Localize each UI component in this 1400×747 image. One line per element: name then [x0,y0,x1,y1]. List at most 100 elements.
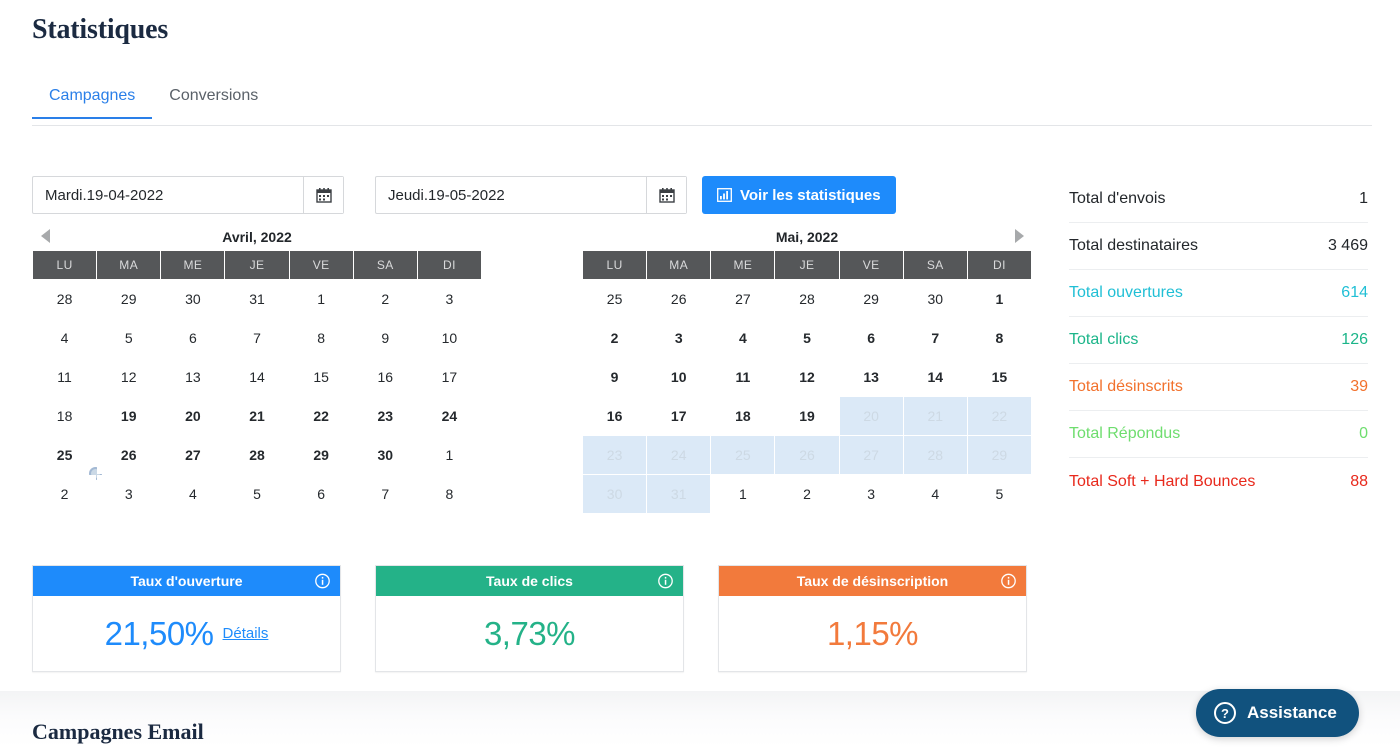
calendar-week-row: 18 19 20 21 22 23 24 [33,397,481,435]
calendar-day-cell[interactable]: 10 [647,358,711,396]
calendar-day-cell[interactable]: 13 [161,358,225,396]
info-icon[interactable] [315,573,330,589]
calendar-day-cell[interactable]: 9 [583,358,647,396]
bar-chart-icon [717,188,732,202]
end-date-value[interactable]: Jeudi.19-05-2022 [376,177,646,213]
calendar-day-cell: 25 [711,436,775,474]
weekday-header-sa: SA [903,251,967,279]
assistance-button[interactable]: ? Assistance [1196,689,1359,737]
calendar-day-cell[interactable]: 2 [353,280,417,318]
calendar-day-cell: 2 [33,475,97,513]
calendar-day-cell[interactable]: 8 [289,319,353,357]
calendar-day-cell[interactable]: 8 [967,319,1031,357]
calendar-prev-button[interactable] [36,227,54,245]
calendar-day-cell[interactable]: 14 [903,358,967,396]
calendar-day-cell[interactable]: 10 [417,319,481,357]
calendar-left-title: Avril, 2022 [222,229,292,245]
calendar-day-cell[interactable]: 16 [583,397,647,435]
calendar-day-cell[interactable]: 7 [225,319,289,357]
calendar-day-cell[interactable]: 1 [967,280,1031,318]
calendar-day-cell[interactable]: 15 [967,358,1031,396]
weekday-header-di: DI [967,251,1031,279]
start-date-calendar-button[interactable] [303,177,343,213]
calendar-day-cell[interactable]: 6 [161,319,225,357]
total-row: Total Soft + Hard Bounces 88 [1069,458,1368,505]
calendar-day-cell[interactable]: 12 [97,358,161,396]
calendar-day-cell[interactable]: 7 [903,319,967,357]
calendar-week-row: 25 26 27 28 29 30 1 [33,436,481,480]
calendar-week-row: 28 29 30 31 1 2 3 [33,280,481,318]
calendar-day-cell: 27 [711,280,775,318]
weekday-header-ma: MA [647,251,711,279]
calendar-right-title: Mai, 2022 [775,229,839,245]
calendar-day-cell: 30 [903,280,967,318]
calendar-day-cell[interactable]: 6 [839,319,903,357]
info-icon[interactable] [658,573,673,589]
end-date-field[interactable]: Jeudi.19-05-2022 [375,176,687,214]
calendar-day-cell[interactable]: 21 [225,397,289,435]
total-row: Total clics 126 [1069,317,1368,364]
weekday-header-ve: VE [839,251,903,279]
calendar-day-cell[interactable]: 28 [225,436,289,474]
calendar-day-cell[interactable]: 19 [97,397,161,435]
calendar-day-cell[interactable]: 19 [775,397,839,435]
calendar-day-cell[interactable]: 14 [225,358,289,396]
calendar-day-cell[interactable]: 2 [583,319,647,357]
calendar-day-cell: 8 [417,475,481,513]
calendar-day-cell: 28 [33,280,97,318]
calendar-week-row: 16 17 18 19 20 21 22 [583,397,1031,435]
calendar-day-cell[interactable]: 30 [353,436,417,474]
calendar-left-grid: LU MA ME JE VE SA DI 28 29 30 31 1 2 3 4 5 6 7 8 9 10 11 12 13… [32,250,482,514]
calendar-day-cell: 26 [647,280,711,318]
calendar-day-cell[interactable]: 11 [711,358,775,396]
tab-campagnes[interactable]: Campagnes [32,86,153,119]
calendar-day-cell[interactable]: 27 [161,436,225,474]
calendar-day-cell[interactable]: 13 [839,358,903,396]
metric-card-title: Taux de clics [486,573,573,589]
calendar-next-button[interactable] [1010,227,1028,245]
calendar-icon [658,188,675,203]
total-value: 126 [1341,331,1368,348]
view-statistics-button[interactable]: Voir les statistiques [702,176,896,214]
calendar-day-cell[interactable]: 5 [775,319,839,357]
calendar-day-cell[interactable]: 3 [647,319,711,357]
calendar-day-cell[interactable]: 25 [33,436,103,480]
calendar-day-cell[interactable]: 24 [417,397,481,435]
calendar-day-cell[interactable]: 9 [353,319,417,357]
total-row: Total destinataires 3 469 [1069,223,1368,270]
calendar-day-cell: 30 [161,280,225,318]
calendar-day-cell[interactable]: 1 [289,280,353,318]
calendar-day-cell[interactable]: 29 [289,436,353,474]
calendar-day-cell[interactable]: 5 [97,319,161,357]
calendar-day-cell[interactable]: 22 [289,397,353,435]
metric-card-header: Taux de clics [376,566,683,596]
start-date-field[interactable]: Mardi.19-04-2022 [32,176,344,214]
calendar-day-cell[interactable]: 3 [417,280,481,318]
metric-card-details-link[interactable]: Détails [223,625,269,642]
end-date-calendar-button[interactable] [646,177,686,213]
calendar-day-cell[interactable]: 4 [711,319,775,357]
metric-card-value: 21,50% [104,614,214,652]
calendar-day-cell[interactable]: 17 [647,397,711,435]
weekday-header-lu: LU [583,251,647,279]
calendar-right-grid: LU MA ME JE VE SA DI 25 26 27 28 29 30 1 2 3 4 5 6 7 8 9 10 11… [582,250,1032,514]
calendar-day-cell[interactable]: 15 [289,358,353,396]
metric-card-value: 1,15% [826,614,919,652]
calendar-day-cell[interactable]: 4 [33,319,97,357]
total-value: 88 [1350,472,1368,490]
calendar-day-cell[interactable]: 12 [775,358,839,396]
calendar-day-cell[interactable]: 20 [161,397,225,435]
calendar-day-cell[interactable]: 23 [353,397,417,435]
calendar-day-cell[interactable]: 18 [711,397,775,435]
start-date-value[interactable]: Mardi.19-04-2022 [33,177,303,213]
calendar-day-cell[interactable]: 26 [97,436,161,474]
info-icon[interactable] [1001,573,1016,589]
tab-conversions[interactable]: Conversions [152,86,275,117]
weekday-header-me: ME [711,251,775,279]
calendar-day-cell[interactable]: 18 [33,397,97,435]
total-value: 0 [1359,425,1368,442]
calendar-day-cell[interactable]: 11 [33,358,97,396]
calendar-day-cell[interactable]: 17 [417,358,481,396]
weekday-header-ma: MA [97,251,161,279]
calendar-day-cell[interactable]: 16 [353,358,417,396]
